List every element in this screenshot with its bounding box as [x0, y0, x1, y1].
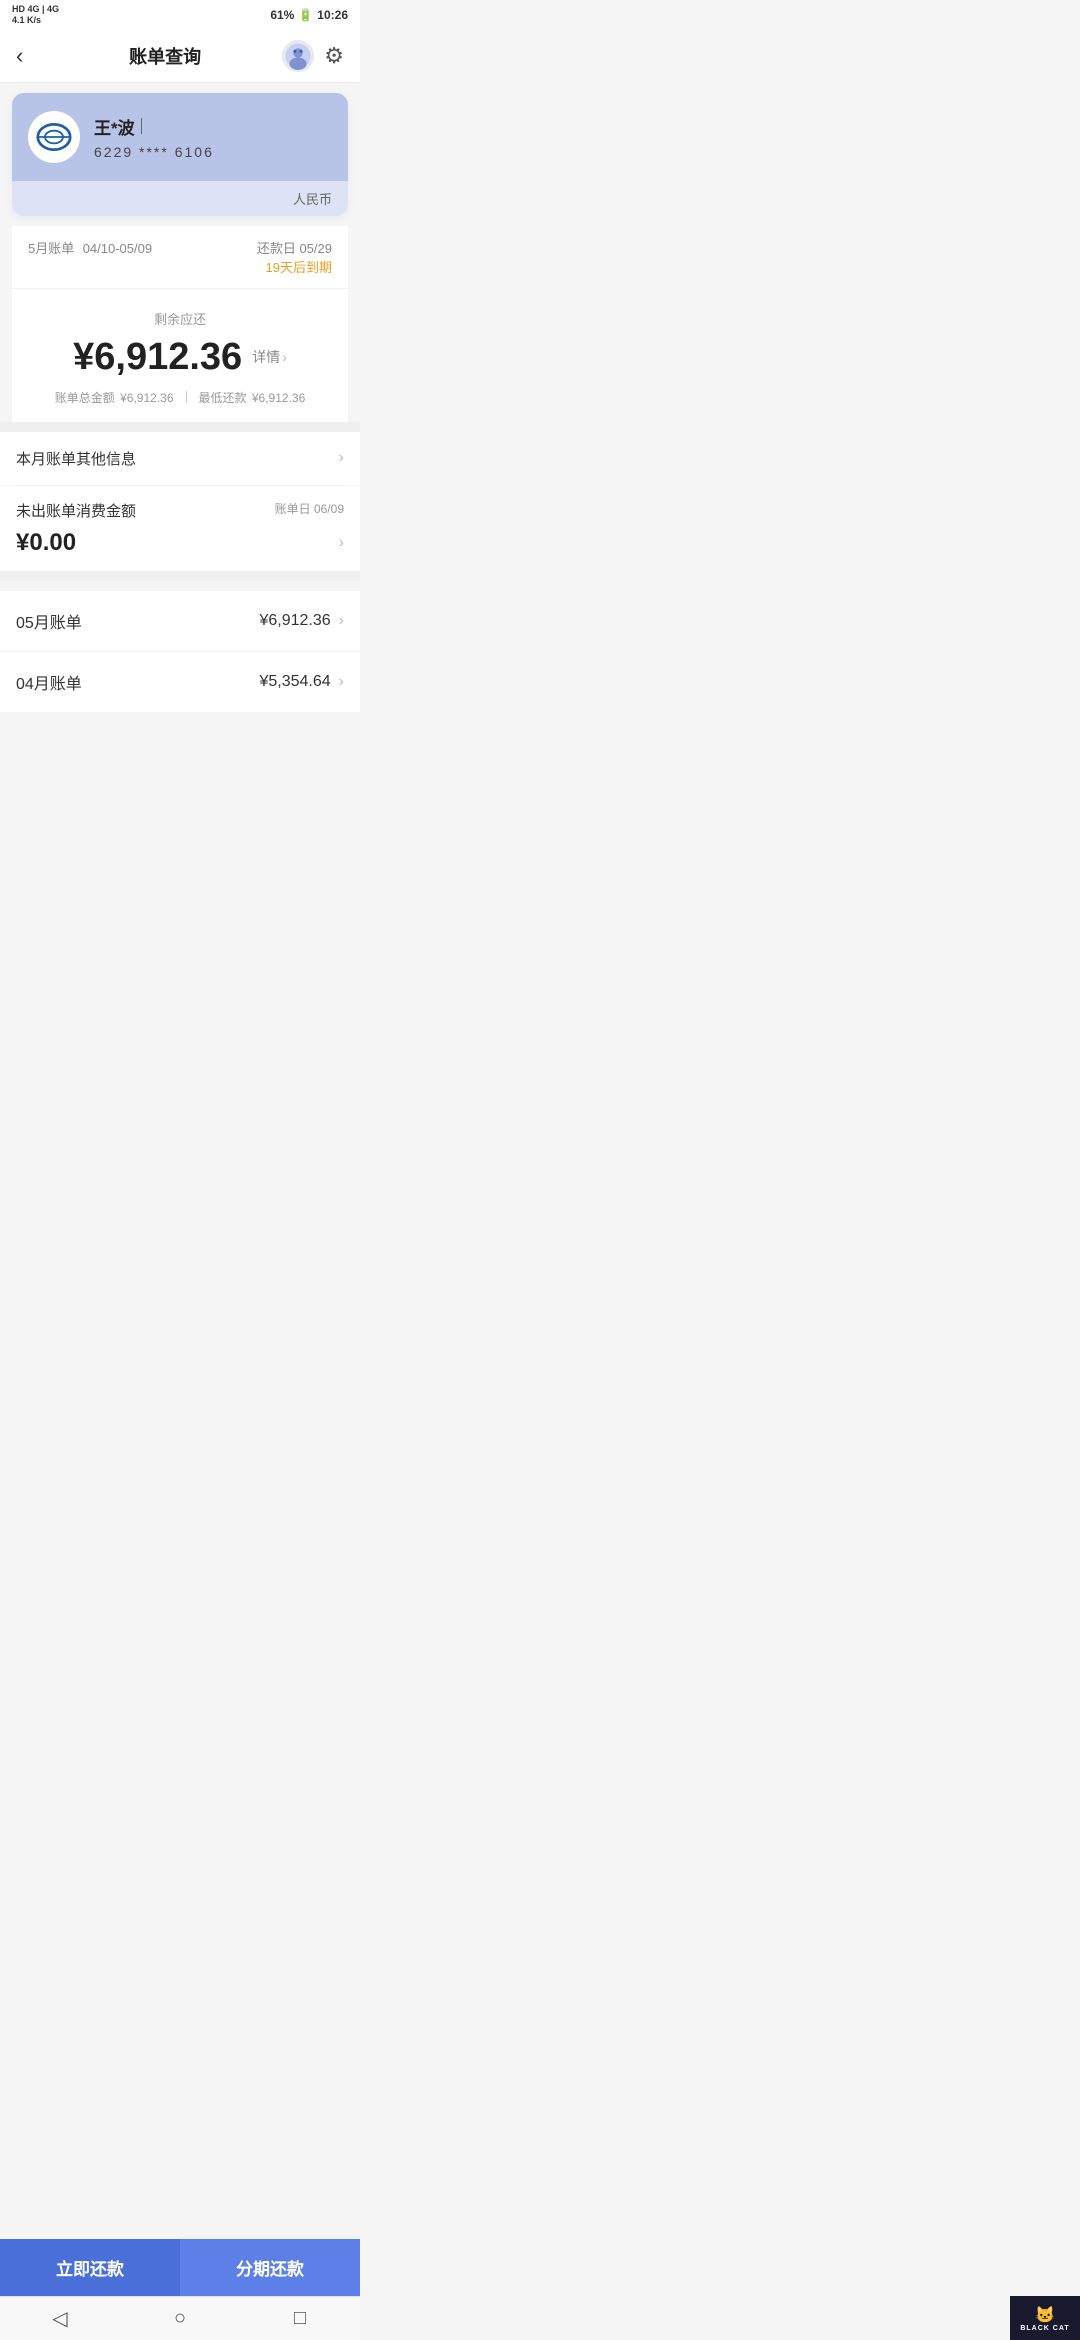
gray-gap-2 — [0, 571, 360, 581]
card-holder-name: 王*波 — [94, 114, 332, 139]
nav-header: ‹ 账单查询 ⚙ — [0, 30, 360, 83]
nav-back-icon: ◁ — [52, 2306, 67, 2331]
bill-info-row: 5月账单 04/10-05/09 还款日 05/29 19天后到期 — [12, 226, 348, 288]
bill-due-days: 19天后到期 — [257, 257, 332, 276]
remaining-amount: ¥6,912.36 — [73, 336, 242, 379]
battery-level: 61% — [270, 8, 294, 22]
sub-min-label: 最低还款 ¥6,912.36 — [199, 389, 306, 406]
pay-now-button[interactable]: 立即还款 — [0, 2239, 180, 2296]
gray-gap-1 — [0, 422, 360, 432]
card-info: 王*波 6229 **** 6106 — [94, 114, 332, 160]
unpaid-amount: ¥0.00 — [16, 529, 76, 557]
status-bar: HD 4G | 4G 4.1 K/s 61% 🔋 10:26 — [0, 0, 360, 30]
other-info-section: 本月账单其他信息 › — [0, 432, 360, 485]
detail-label: 详情 — [252, 347, 280, 367]
unpaid-date: 账单日 06/09 — [275, 500, 344, 521]
monthly-bill-apr[interactable]: 04月账单 ¥5,354.64 › — [0, 652, 360, 712]
name-divider — [141, 118, 142, 134]
black-cat-icon: 🐱 — [1035, 2305, 1055, 2325]
amount-row: ¥6,912.36 详情 › — [28, 336, 332, 379]
may-bill-amount: ¥6,912.36 — [259, 612, 330, 630]
bottom-spacer — [0, 712, 360, 812]
card-number: 6229 **** 6106 — [94, 144, 332, 160]
speed-info: 4.1 K/s — [12, 15, 59, 26]
other-info-item[interactable]: 本月账单其他信息 › — [0, 432, 360, 485]
bill-due: 还款日 05/29 19天后到期 — [257, 238, 332, 276]
other-info-label: 本月账单其他信息 — [16, 448, 136, 469]
other-info-right: › — [339, 449, 344, 467]
black-cat-watermark: 🐱 BLACK CAT — [1010, 2296, 1080, 2340]
nav-home-button[interactable]: ○ — [155, 2301, 205, 2337]
bill-due-date: 还款日 05/29 — [257, 238, 332, 257]
installment-button[interactable]: 分期还款 — [180, 2239, 360, 2296]
bill-period: 5月账单 04/10-05/09 — [28, 238, 152, 258]
apr-bill-label: 04月账单 — [16, 670, 82, 694]
status-right: 61% 🔋 10:26 — [270, 8, 348, 22]
bottom-nav-bar: ◁ ○ □ 🐱 BLACK CAT — [0, 2296, 360, 2340]
sub-divider — [186, 391, 187, 403]
status-left: HD 4G | 4G 4.1 K/s — [12, 4, 59, 26]
settings-button[interactable]: ⚙ — [324, 43, 344, 69]
clock: 10:26 — [317, 8, 348, 22]
nav-right-actions: ⚙ — [282, 40, 344, 72]
detail-link[interactable]: 详情 › — [252, 347, 287, 367]
bill-period-range: 04/10-05/09 — [83, 241, 152, 256]
unpaid-header: 未出账单消费金额 账单日 06/09 — [16, 500, 344, 521]
detail-chevron: › — [282, 349, 287, 365]
back-icon: ‹ — [16, 43, 23, 68]
nav-home-icon: ○ — [174, 2307, 186, 2330]
amount-section: 剩余应还 ¥6,912.36 详情 › 账单总金额 ¥6,912.36 最低还款… — [12, 289, 348, 422]
back-button[interactable]: ‹ — [16, 43, 48, 69]
battery-icon: 🔋 — [298, 8, 313, 22]
settings-icon: ⚙ — [324, 43, 344, 68]
other-info-chevron: › — [339, 449, 344, 467]
sub-total-label: 账单总金额 ¥6,912.36 — [55, 389, 174, 406]
black-cat-label: BLACK CAT — [1020, 2325, 1069, 2332]
avatar-button[interactable] — [282, 40, 314, 72]
may-bill-label: 05月账单 — [16, 609, 82, 633]
apr-bill-right: ¥5,354.64 › — [259, 673, 344, 691]
page-title: 账单查询 — [129, 43, 201, 69]
bill-period-label: 5月账单 — [28, 241, 74, 256]
may-bill-chevron: › — [339, 612, 344, 630]
amount-sub-info: 账单总金额 ¥6,912.36 最低还款 ¥6,912.36 — [28, 389, 332, 406]
bank-logo — [28, 111, 80, 163]
apr-bill-amount: ¥5,354.64 — [259, 673, 330, 691]
nav-square-button[interactable]: □ — [275, 2301, 325, 2337]
unpaid-amount-row: ¥0.00 › — [16, 529, 344, 557]
amount-label: 剩余应还 — [28, 309, 332, 328]
unpaid-item[interactable]: 未出账单消费金额 账单日 06/09 ¥0.00 › — [0, 486, 360, 571]
nav-back-button[interactable]: ◁ — [35, 2301, 85, 2337]
card-top: 王*波 6229 **** 6106 — [12, 93, 348, 181]
unpaid-section: 未出账单消费金额 账单日 06/09 ¥0.00 › — [0, 486, 360, 571]
nav-square-icon: □ — [294, 2307, 306, 2330]
monthly-bills-section: 05月账单 ¥6,912.36 › 04月账单 ¥5,354.64 › — [0, 591, 360, 712]
network-info: HD 4G | 4G — [12, 4, 59, 15]
unpaid-title: 未出账单消费金额 — [16, 500, 136, 521]
unpaid-chevron: › — [339, 534, 344, 552]
card-currency: 人民币 — [12, 181, 348, 216]
may-bill-right: ¥6,912.36 › — [259, 612, 344, 630]
apr-bill-chevron: › — [339, 673, 344, 691]
bank-card-section: 王*波 6229 **** 6106 人民币 — [12, 93, 348, 216]
monthly-bill-may[interactable]: 05月账单 ¥6,912.36 › — [0, 591, 360, 652]
bottom-action-buttons: 立即还款 分期还款 — [0, 2239, 360, 2296]
